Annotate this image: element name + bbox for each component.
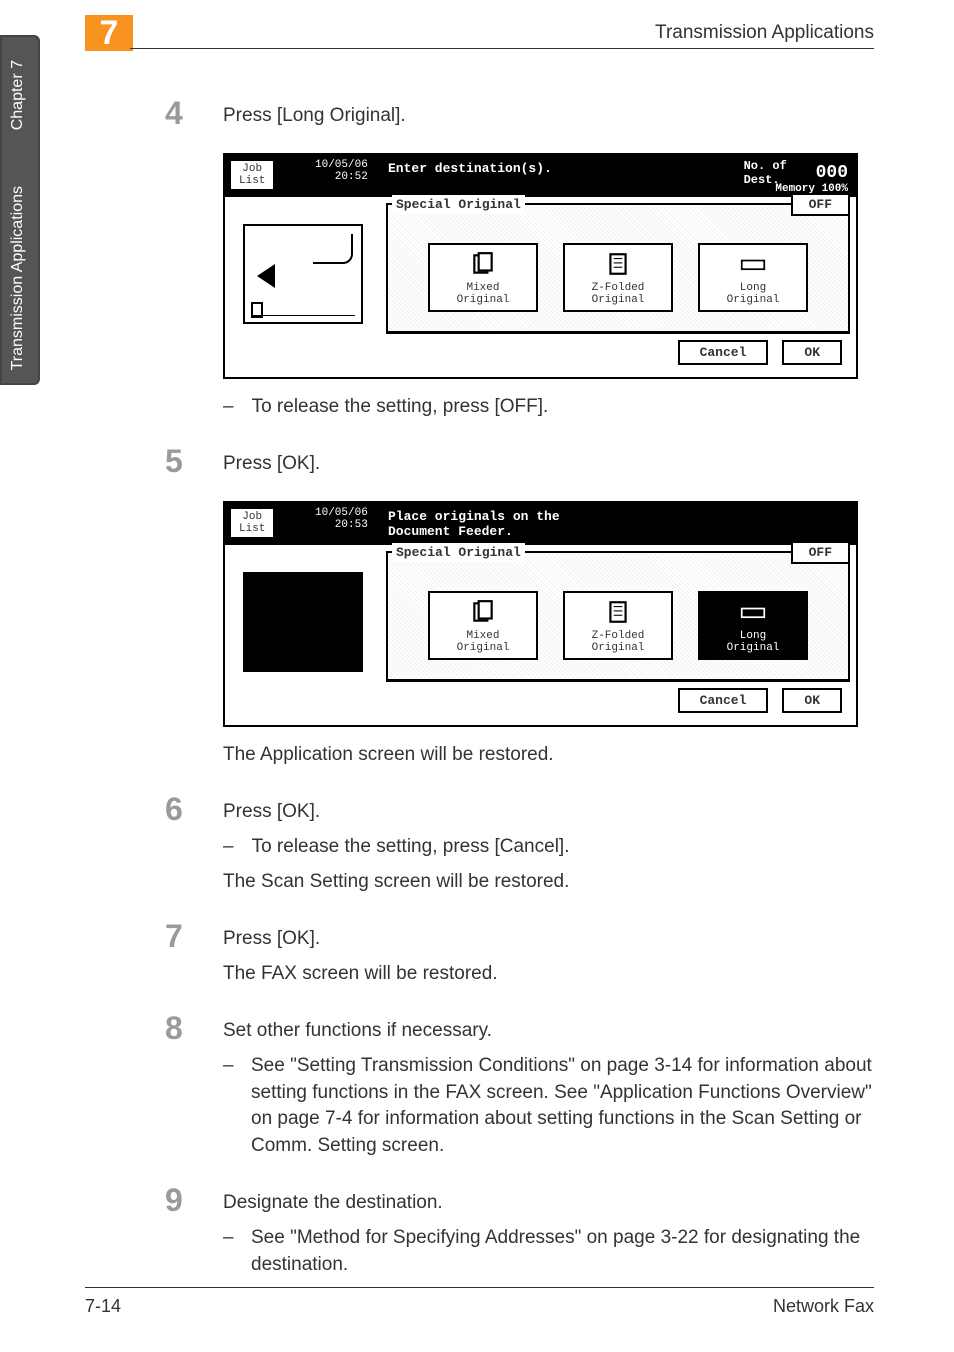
substep-text: To release the setting, press [Cancel].	[252, 834, 570, 861]
panel-title: Special Original	[392, 543, 525, 562]
dash: –	[223, 1225, 233, 1278]
step-text: Set other functions if necessary.	[223, 1018, 874, 1045]
job-list-button[interactable]: Job List	[230, 160, 274, 190]
ok-button[interactable]: OK	[782, 688, 842, 713]
substep-text: To release the setting, press [OFF].	[252, 394, 549, 421]
off-button[interactable]: OFF	[791, 193, 850, 216]
zfolded-original-button[interactable]: Z-Folded Original	[563, 591, 673, 660]
step-number: 7	[165, 918, 195, 955]
caption-text: The Scan Setting screen will be restored…	[223, 869, 874, 896]
step-number: 5	[165, 443, 195, 480]
step-text: Press [OK].	[223, 451, 874, 478]
long-original-icon	[702, 249, 804, 279]
preview-area	[225, 197, 380, 377]
step-6: 6 Press [OK]. – To release the setting, …	[165, 791, 874, 903]
job-list-area: Job List 10/05/0620:53	[225, 503, 380, 545]
step-5: 5 Press [OK].	[165, 443, 874, 486]
job-date: 10/05/0620:53	[315, 507, 368, 531]
preview-box	[243, 224, 363, 324]
dash: –	[223, 394, 234, 421]
substep-text: See "Method for Specifying Addresses" on…	[251, 1225, 874, 1278]
caption-text: The FAX screen will be restored.	[223, 961, 874, 988]
special-original-panel: Special Original OFF Mixed Original	[386, 203, 850, 333]
chapter-label: Chapter 7	[9, 60, 27, 130]
preview-area	[225, 545, 380, 725]
preview-box	[243, 572, 363, 672]
content-area: 4 Press [Long Original]. Job List 10/05/…	[165, 95, 874, 1301]
step-4: 4 Press [Long Original].	[165, 95, 874, 138]
page-title: Transmission Applications	[655, 22, 874, 44]
step-number: 8	[165, 1010, 195, 1047]
top-message: Enter destination(s). No. of Dest. 000 M…	[380, 155, 856, 197]
job-list-area: Job List 10/05/0620:52	[225, 155, 380, 197]
top-message: Place originals on the Document Feeder.	[380, 503, 856, 545]
special-original-panel: Special Original OFF Mixed Original	[386, 551, 850, 681]
long-original-icon	[702, 597, 804, 627]
mixed-original-button[interactable]: Mixed Original	[428, 243, 538, 312]
mixed-original-button[interactable]: Mixed Original	[428, 591, 538, 660]
step-number: 6	[165, 791, 195, 828]
step-number: 4	[165, 95, 195, 132]
step-number: 9	[165, 1182, 195, 1219]
side-title: Transmission Applications	[9, 186, 27, 370]
step-text: Press [OK].	[223, 926, 874, 953]
step-text: Press [OK].	[223, 799, 874, 826]
screenshot-footer: Cancel OK	[386, 681, 850, 719]
off-button[interactable]: OFF	[791, 541, 850, 564]
dash: –	[223, 834, 234, 861]
doc-name: Network Fax	[773, 1296, 874, 1317]
dash: –	[223, 1053, 233, 1159]
cancel-button[interactable]: Cancel	[678, 340, 769, 365]
screenshot-1: Job List 10/05/0620:52 Enter destination…	[223, 153, 874, 379]
long-original-button[interactable]: Long Original	[698, 243, 808, 312]
substep-text: See "Setting Transmission Conditions" on…	[251, 1053, 874, 1159]
long-original-button-selected[interactable]: Long Original	[698, 591, 808, 660]
screenshot-2: Job List 10/05/0620:53 Place originals o…	[223, 501, 874, 727]
header-rule	[130, 48, 874, 49]
caption-text: The Application screen will be restored.	[223, 742, 874, 769]
mixed-original-icon	[432, 249, 534, 279]
step-text: Designate the destination.	[223, 1190, 874, 1217]
zfolded-original-icon	[567, 249, 669, 279]
step-9: 9 Designate the destination. – See "Meth…	[165, 1182, 874, 1286]
step-7: 7 Press [OK]. The FAX screen will be res…	[165, 918, 874, 995]
panel-title: Special Original	[392, 195, 525, 214]
page-footer: 7-14 Network Fax	[85, 1287, 874, 1317]
side-tab: Chapter 7 Transmission Applications	[0, 35, 40, 385]
screenshot-footer: Cancel OK	[386, 333, 850, 371]
step-8: 8 Set other functions if necessary. – Se…	[165, 1010, 874, 1167]
page-number: 7-14	[85, 1296, 121, 1317]
step-5-caption: The Application screen will be restored.	[223, 742, 874, 777]
zfolded-original-button[interactable]: Z-Folded Original	[563, 243, 673, 312]
cancel-button[interactable]: Cancel	[678, 688, 769, 713]
arrow-left-icon	[257, 264, 275, 288]
step-4-sub: – To release the setting, press [OFF].	[223, 394, 874, 429]
mixed-original-icon	[432, 597, 534, 627]
ok-button[interactable]: OK	[782, 340, 842, 365]
chapter-number-badge: 7	[85, 15, 133, 51]
job-date: 10/05/0620:52	[315, 159, 368, 183]
step-text: Press [Long Original].	[223, 103, 874, 130]
zfolded-original-icon	[567, 597, 669, 627]
job-list-button[interactable]: Job List	[230, 508, 274, 538]
